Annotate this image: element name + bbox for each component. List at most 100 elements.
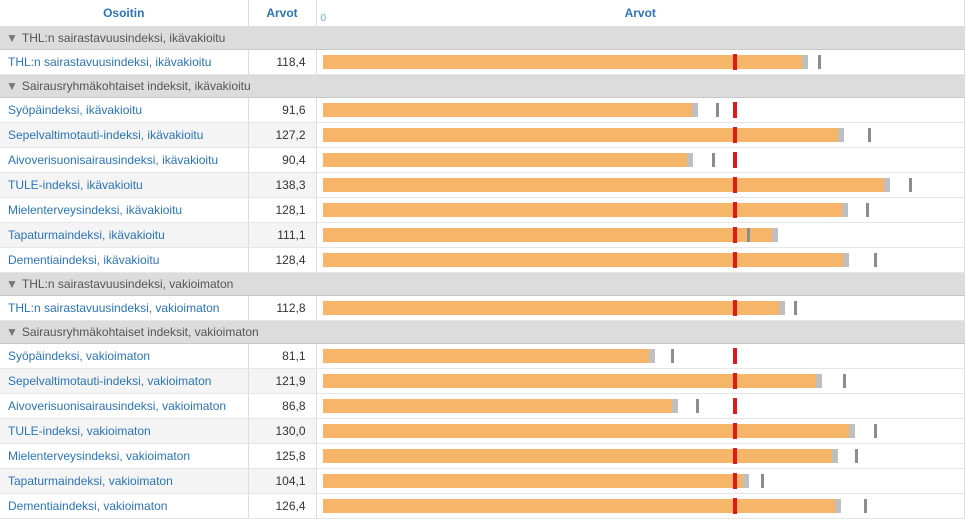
comparison-tick xyxy=(696,399,699,413)
comparison-tick xyxy=(794,301,797,315)
value-bar xyxy=(323,349,656,363)
indicator-label[interactable]: Syöpäindeksi, vakioimaton xyxy=(0,344,248,369)
indicator-value: 91,6 xyxy=(248,98,316,123)
group-title: Sairausryhmäkohtaiset indeksit, ikävakio… xyxy=(22,79,251,93)
value-bar xyxy=(323,103,699,117)
indicator-value: 130,0 xyxy=(248,419,316,444)
value-bar xyxy=(323,301,785,315)
reference-marker xyxy=(733,373,737,389)
indicator-label[interactable]: Mielenterveysindeksi, vakioimaton xyxy=(0,444,248,469)
value-bar xyxy=(323,178,890,192)
group-title: Sairausryhmäkohtaiset indeksit, vakioima… xyxy=(22,325,259,339)
comparison-tick xyxy=(761,474,764,488)
comparison-tick xyxy=(874,424,877,438)
reference-marker xyxy=(733,473,737,489)
reference-marker xyxy=(733,102,737,118)
bar-cell xyxy=(316,98,965,123)
header-values[interactable]: Arvot xyxy=(248,0,316,27)
bar-cell xyxy=(316,198,965,223)
bar-cell xyxy=(316,444,965,469)
group-row[interactable]: ▼THL:n sairastavuusindeksi, vakioimaton xyxy=(0,273,965,296)
indicator-value: 118,4 xyxy=(248,50,316,75)
indicator-value: 138,3 xyxy=(248,173,316,198)
indicator-label[interactable]: Mielenterveysindeksi, ikävakioitu xyxy=(0,198,248,223)
group-row[interactable]: ▼ THL:n sairastavuusindeksi, ikävakioitu xyxy=(0,27,965,50)
reference-marker xyxy=(733,127,737,143)
reference-marker xyxy=(733,300,737,316)
indicator-label[interactable]: Dementiaindeksi, vakioimaton xyxy=(0,494,248,519)
comparison-tick xyxy=(712,153,715,167)
table-row: Sepelvaltimotauti-indeksi, vakioimaton12… xyxy=(0,369,965,394)
value-bar xyxy=(323,399,679,413)
indicator-label[interactable]: Aivoverisuonisairausindeksi, ikävakioitu xyxy=(0,148,248,173)
indicator-label[interactable]: Dementiaindeksi, ikävakioitu xyxy=(0,248,248,273)
bar-cell xyxy=(316,469,965,494)
indicator-label[interactable]: Sepelvaltimotauti-indeksi, ikävakioitu xyxy=(0,123,248,148)
comparison-tick xyxy=(874,253,877,267)
indicator-value: 112,8 xyxy=(248,296,316,321)
bar-wrap xyxy=(323,55,959,69)
table-row: Aivoverisuonisairausindeksi, ikävakioitu… xyxy=(0,148,965,173)
indicator-label[interactable]: Sepelvaltimotauti-indeksi, vakioimaton xyxy=(0,369,248,394)
reference-marker xyxy=(733,252,737,268)
indicator-label[interactable]: Tapaturmaindeksi, vakioimaton xyxy=(0,469,248,494)
indicator-value: 125,8 xyxy=(248,444,316,469)
bar-wrap xyxy=(323,253,959,267)
indicator-label[interactable]: THL:n sairastavuusindeksi, vakioimaton xyxy=(0,296,248,321)
group-row[interactable]: ▼ Sairausryhmäkohtaiset indeksit, ikävaki… xyxy=(0,75,965,98)
value-bar xyxy=(323,253,849,267)
table-row: TULE-indeksi, ikävakioitu138,3 xyxy=(0,173,965,198)
table-row: Mielenterveysindeksi, ikävakioitu128,1 xyxy=(0,198,965,223)
bar-cell xyxy=(316,148,965,173)
comparison-tick xyxy=(671,349,674,363)
group-row[interactable]: ▼ Sairausryhmäkohtaiset indeksit, vakioim… xyxy=(0,321,965,344)
bar-cell xyxy=(316,50,965,75)
bar-cell xyxy=(316,296,965,321)
bar-cell xyxy=(316,369,965,394)
bar-wrap xyxy=(323,178,959,192)
value-bar xyxy=(323,449,839,463)
table-row: THL:n sairastavuusindeksi, vakioimaton11… xyxy=(0,296,965,321)
table-row: TULE-indeksi, vakioimaton130,0 xyxy=(0,419,965,444)
header-chart-label: Arvot xyxy=(625,6,656,20)
value-bar xyxy=(323,424,856,438)
indicator-label[interactable]: Tapaturmaindeksi, ikävakioitu xyxy=(0,223,248,248)
bar-wrap xyxy=(323,128,959,142)
indicator-value: 126,4 xyxy=(248,494,316,519)
table-row: Tapaturmaindeksi, ikävakioitu111,1 xyxy=(0,223,965,248)
indicator-value: 86,8 xyxy=(248,394,316,419)
value-bar xyxy=(323,474,750,488)
indicator-label[interactable]: TULE-indeksi, ikävakioitu xyxy=(0,173,248,198)
group-title: THL:n sairastavuusindeksi, ikävakioitu xyxy=(22,31,225,45)
indicator-label[interactable]: TULE-indeksi, vakioimaton xyxy=(0,419,248,444)
collapse-icon[interactable]: ▼ xyxy=(6,79,18,93)
collapse-icon[interactable]: ▼ xyxy=(6,277,18,291)
bar-wrap xyxy=(323,349,959,363)
indicator-label[interactable]: Syöpäindeksi, ikävakioitu xyxy=(0,98,248,123)
value-bar xyxy=(323,203,848,217)
indicator-value: 104,1 xyxy=(248,469,316,494)
value-bar xyxy=(323,153,694,167)
indicator-table: Osoitin Arvot Arvot 0 ▼THL:n sairastavuu… xyxy=(0,0,965,519)
comparison-tick xyxy=(868,128,871,142)
table-row: Aivoverisuonisairausindeksi, vakioimaton… xyxy=(0,394,965,419)
collapse-icon[interactable]: ▼ xyxy=(6,325,18,339)
bar-cell xyxy=(316,394,965,419)
bar-wrap xyxy=(323,153,959,167)
reference-marker xyxy=(733,227,737,243)
indicator-label[interactable]: Aivoverisuonisairausindeksi, vakioimaton xyxy=(0,394,248,419)
reference-marker xyxy=(733,54,737,70)
collapse-icon[interactable]: ▼ xyxy=(6,31,18,45)
header-indicator[interactable]: Osoitin xyxy=(0,0,248,27)
comparison-tick xyxy=(747,228,750,242)
bar-cell xyxy=(316,173,965,198)
table-header-row: Osoitin Arvot Arvot 0 xyxy=(0,0,965,27)
indicator-value: 121,9 xyxy=(248,369,316,394)
value-bar xyxy=(323,499,841,513)
axis-zero-label: 0 xyxy=(321,13,327,24)
indicator-label[interactable]: THL:n sairastavuusindeksi, ikävakioitu xyxy=(0,50,248,75)
bar-wrap xyxy=(323,424,959,438)
header-chart[interactable]: Arvot 0 xyxy=(316,0,965,27)
bar-wrap xyxy=(323,203,959,217)
bar-cell xyxy=(316,223,965,248)
